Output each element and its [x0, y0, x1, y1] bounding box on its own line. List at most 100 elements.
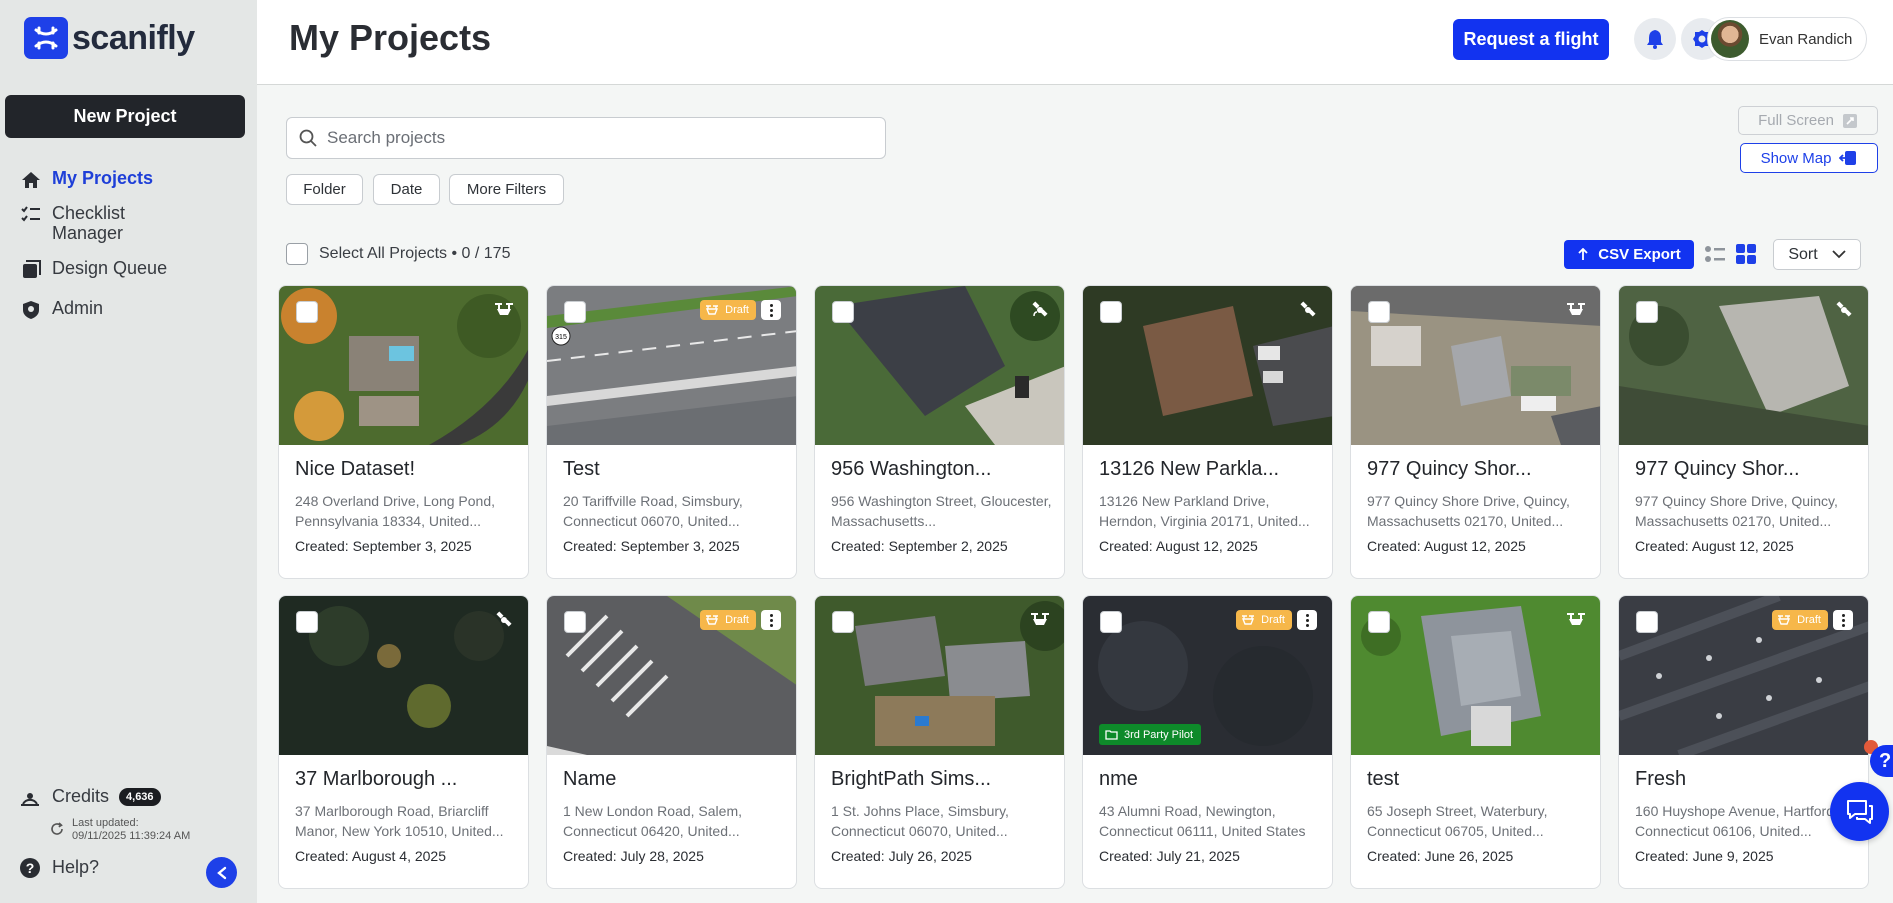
user-menu[interactable]: Evan Randich: [1707, 17, 1867, 61]
top-header: My Projects Request a flight Evan Randic…: [257, 0, 1893, 85]
project-card[interactable]: BrightPath Sims... 1 St. Johns Place, Si…: [814, 595, 1065, 889]
search-box: [286, 117, 886, 159]
shield-icon: [20, 299, 42, 321]
project-created-date: Created: August 12, 2025: [1367, 538, 1526, 554]
project-card[interactable]: 956 Washington... 956 Washington Street,…: [814, 285, 1065, 579]
sidebar-item-checklist-manager[interactable]: Checklist Manager: [20, 203, 162, 243]
card-menu-button[interactable]: [761, 300, 781, 320]
full-screen-button[interactable]: Full Screen: [1738, 106, 1878, 135]
project-card[interactable]: test 65 Joseph Street, Waterbury, Connec…: [1350, 595, 1601, 889]
project-address: 13126 New Parkland Drive, Herndon, Virgi…: [1099, 493, 1310, 529]
project-address: 43 Alumni Road, Newington, Connecticut 0…: [1099, 803, 1306, 839]
pilot-tag-label: 3rd Party Pilot: [1124, 728, 1194, 741]
sort-dropdown[interactable]: Sort: [1773, 239, 1861, 270]
bell-icon: [1647, 30, 1663, 49]
more-filters-button[interactable]: More Filters: [449, 174, 564, 205]
credits-count-badge: 4,636: [119, 787, 161, 806]
filter-date-button[interactable]: Date: [373, 174, 440, 205]
satellite-icon: [1032, 301, 1048, 317]
project-select-checkbox[interactable]: [564, 611, 586, 633]
project-title: BrightPath Sims...: [831, 768, 992, 790]
project-select-checkbox[interactable]: [1368, 611, 1390, 633]
project-address: 20 Tariffville Road, Simsbury, Connectic…: [563, 493, 743, 529]
chevron-left-icon: [216, 866, 226, 879]
chat-icon: [1846, 799, 1873, 824]
project-title: Fresh: [1635, 768, 1687, 790]
sidebar-item-my-projects[interactable]: My Projects: [20, 168, 153, 191]
home-icon: [20, 169, 42, 191]
show-map-button[interactable]: Show Map: [1740, 143, 1878, 173]
scanifly-logo-icon: [24, 17, 68, 59]
project-title: Nice Dataset!: [295, 458, 416, 480]
app-name: scanifly: [72, 18, 195, 57]
filter-folder-button[interactable]: Folder: [286, 174, 363, 205]
notifications-button[interactable]: [1634, 18, 1676, 60]
project-select-checkbox[interactable]: [832, 611, 854, 633]
collapse-sidebar-button[interactable]: [206, 857, 237, 888]
request-flight-button[interactable]: Request a flight: [1453, 19, 1609, 60]
project-select-checkbox[interactable]: [1368, 301, 1390, 323]
search-input[interactable]: [327, 128, 867, 148]
project-select-checkbox[interactable]: [564, 301, 586, 323]
project-select-checkbox[interactable]: [832, 301, 854, 323]
project-card[interactable]: 977 Quincy Shor... 977 Quincy Shore Driv…: [1618, 285, 1869, 579]
sidebar-item-label: Design Queue: [52, 258, 168, 278]
project-select-checkbox[interactable]: [1100, 611, 1122, 633]
project-select-checkbox[interactable]: [296, 611, 318, 633]
draft-label: Draft: [725, 304, 749, 316]
draft-label: Draft: [1261, 614, 1285, 626]
help-link[interactable]: ? Help?: [20, 857, 99, 878]
app-logo[interactable]: scanifly: [24, 17, 195, 59]
card-menu-button[interactable]: [761, 610, 781, 630]
select-all-checkbox[interactable]: [286, 243, 308, 265]
credits-icon: [20, 788, 42, 806]
select-all-projects[interactable]: Select All Projects • 0 / 175: [286, 243, 510, 265]
project-select-checkbox[interactable]: [1100, 301, 1122, 323]
project-created-date: Created: August 4, 2025: [295, 848, 446, 864]
project-address: 1 New London Road, Salem, Connecticut 06…: [563, 803, 742, 839]
new-project-button[interactable]: New Project: [5, 95, 245, 138]
credits[interactable]: Credits 4,636: [20, 786, 161, 807]
list-view-button[interactable]: [1704, 243, 1726, 265]
list-view-icon: [1705, 246, 1725, 262]
project-card[interactable]: Draft Fresh 160 Huyshope Avenue, Hartfor…: [1618, 595, 1869, 889]
project-select-checkbox[interactable]: [1636, 611, 1658, 633]
project-address: 977 Quincy Shore Drive, Quincy, Massachu…: [1635, 493, 1838, 529]
project-card[interactable]: 315 Draft Test 20 Tariffville Road, Sims…: [546, 285, 797, 579]
refresh-icon[interactable]: [50, 821, 64, 839]
help-tab-button[interactable]: ?: [1870, 745, 1893, 777]
expand-icon: [1842, 113, 1857, 128]
draft-label: Draft: [1797, 614, 1821, 626]
project-address: 977 Quincy Shore Drive, Quincy, Massachu…: [1367, 493, 1570, 529]
project-created-date: Created: August 12, 2025: [1635, 538, 1794, 554]
sidebar-item-label: Admin: [52, 298, 104, 318]
sidebar-item-design-queue[interactable]: Design Queue: [20, 258, 167, 281]
card-menu-button[interactable]: [1833, 610, 1853, 630]
project-card[interactable]: Draft 3rd Party Pilot nme 43 Alumni Road…: [1082, 595, 1333, 889]
csv-export-button[interactable]: CSV Export: [1564, 240, 1694, 269]
svg-text:315: 315: [555, 334, 567, 341]
project-address: 37 Marlborough Road, Briarcliff Manor, N…: [295, 803, 504, 839]
chevron-down-icon: [1832, 250, 1846, 259]
project-select-checkbox[interactable]: [296, 301, 318, 323]
project-created-date: Created: September 3, 2025: [563, 538, 740, 554]
project-card[interactable]: 37 Marlborough ... 37 Marlborough Road, …: [278, 595, 529, 889]
project-select-checkbox[interactable]: [1636, 301, 1658, 323]
chat-button[interactable]: [1830, 782, 1889, 841]
project-card[interactable]: 977 Quincy Shor... 977 Quincy Shore Driv…: [1350, 285, 1601, 579]
credits-label: Credits: [52, 786, 110, 806]
project-card[interactable]: Nice Dataset! 248 Overland Drive, Long P…: [278, 285, 529, 579]
help-icon: ?: [20, 857, 40, 878]
project-created-date: Created: September 2, 2025: [831, 538, 1008, 554]
draft-badge: Draft: [1772, 610, 1828, 630]
grid-view-icon: [1736, 244, 1756, 264]
card-menu-button[interactable]: [1297, 610, 1317, 630]
sidebar-item-label: Checklist Manager: [52, 203, 126, 243]
project-card[interactable]: 13126 New Parkla... 13126 New Parkland D…: [1082, 285, 1333, 579]
grid-view-button[interactable]: [1735, 243, 1757, 265]
drone-icon: [1778, 615, 1791, 625]
project-grid: Nice Dataset! 248 Overland Drive, Long P…: [278, 285, 1870, 903]
sidebar-item-admin[interactable]: Admin: [20, 298, 103, 321]
project-card[interactable]: Draft Name 1 New London Road, Salem, Con…: [546, 595, 797, 889]
drone-icon: [1031, 613, 1049, 625]
